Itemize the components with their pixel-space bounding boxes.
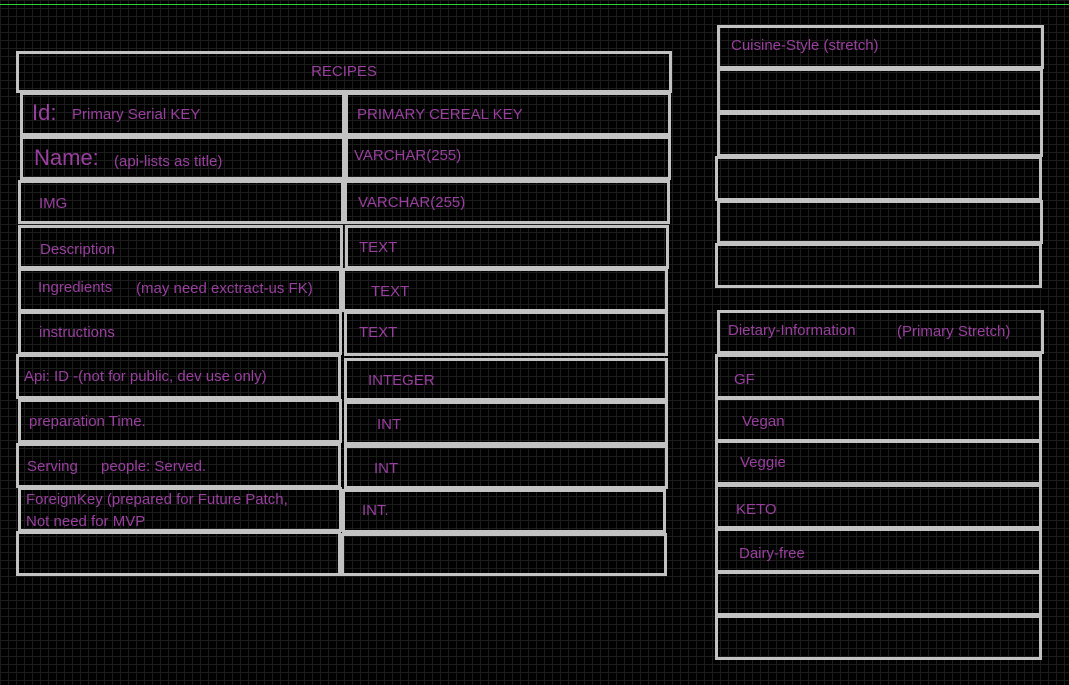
dietary-title-text: Dietary-Information [728,322,856,339]
field-name: Name: [34,145,99,170]
field-name: Serving [27,458,78,475]
recipes-field-preparation-time: preparation Time. [18,399,342,443]
field-name: Description [40,241,116,258]
recipes-field-foreign-key: ForeignKey (prepared for Future Patch, N… [18,487,342,532]
cuisine-row-5 [715,243,1042,288]
recipes-field-name: Name: (api-lists as title) [20,136,345,180]
field-name-line2: Not need for MVP [26,513,146,530]
cuisine-row-1 [717,68,1043,113]
cuisine-title: Cuisine-Style (stretch) [717,25,1044,69]
field-type: TEXT [371,283,410,300]
field-type: INT [374,460,399,477]
dietary-title: Dietary-Information (Primary Stretch) [717,310,1044,354]
field-type: TEXT [359,324,398,341]
field-type: INT. [362,502,389,519]
dietary-item-keto: KETO [715,484,1042,529]
cuisine-row-4 [717,200,1043,244]
dietary-item-label: Veggie [740,454,786,471]
recipes-type-empty [341,533,667,576]
cuisine-row-2 [717,112,1043,157]
recipes-field-img: IMG [18,180,344,224]
field-name: Ingredients [38,279,113,296]
field-name: Id: [32,100,57,125]
dietary-item-label: GF [734,371,755,388]
field-type: VARCHAR(255) [354,147,462,164]
field-type: VARCHAR(255) [358,194,466,211]
dietary-item-label: KETO [736,501,777,518]
field-type: INT [377,416,402,433]
cuisine-title-text: Cuisine-Style (stretch) [731,37,879,54]
dietary-row-empty-1 [715,571,1042,616]
recipes-type-img: VARCHAR(255) [344,180,670,224]
dietary-row-empty-2 [715,615,1042,660]
field-name: ForeignKey (prepared for Future Patch, [26,491,288,508]
recipes-field-api-id: Api: ID -(not for public, dev use only) [16,354,341,399]
field-name: preparation Time. [29,413,146,430]
field-name: Api: ID -(not for public, dev use only) [24,368,267,385]
dietary-item-label: Dairy-free [739,545,805,562]
recipes-type-serving: INT [344,445,668,489]
cuisine-row-3 [715,156,1042,201]
recipes-field-serving: Serving people: Served. [16,443,341,488]
recipes-field-instructions: instructions [18,311,342,355]
field-type: INTEGER [368,372,435,389]
dietary-title-note: (Primary Stretch) [897,323,1011,340]
field-note: Primary Serial KEY [72,106,201,123]
field-note: people: Served. [101,458,207,475]
field-type: TEXT [359,239,398,256]
dietary-item-vegan: Vegan [715,397,1042,442]
recipes-field-description: Description [18,225,343,269]
recipes-type-foreign-key: INT. [342,489,666,533]
recipes-field-empty [16,531,341,576]
recipes-field-id: Id: Primary Serial KEY [20,92,345,136]
field-type: PRIMARY CEREAL KEY [357,106,523,123]
dietary-item-gf: GF [715,354,1042,399]
top-border-line [0,4,1069,5]
field-name: instructions [39,324,115,341]
recipes-type-api-id: INTEGER [344,358,668,401]
dietary-item-veggie: Veggie [715,440,1042,485]
dietary-item-label: Vegan [742,413,785,430]
field-note: (api-lists as title) [114,153,223,170]
recipes-type-ingredients: TEXT [342,268,668,312]
field-name: IMG [39,195,68,212]
recipes-type-id: PRIMARY CEREAL KEY [345,92,671,136]
dietary-item-dairy-free: Dairy-free [715,528,1042,573]
recipes-type-preparation-time: INT [344,401,668,445]
recipes-type-description: TEXT [345,225,669,269]
recipes-field-ingredients: Ingredients (may need exctract-us FK) [18,268,342,312]
field-note: (may need exctract-us FK) [136,280,313,297]
recipes-title: RECIPES [16,51,672,93]
recipes-type-name: VARCHAR(255) [345,136,671,180]
recipes-type-instructions: TEXT [344,311,668,356]
